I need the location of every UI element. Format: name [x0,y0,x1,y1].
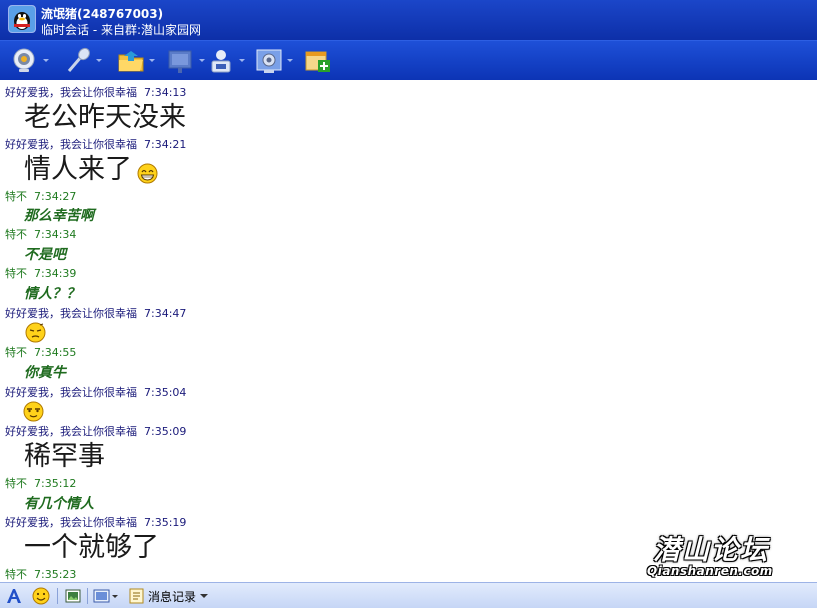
message-header: 好好爱我，我会让你很幸福 7:35:04 [5,386,186,399]
sender-name: 特不 [5,228,27,241]
sleepy-emoticon [25,322,46,343]
font-icon[interactable] [5,587,23,605]
send-picture-icon[interactable] [93,587,119,605]
screenshot-icon[interactable] [64,587,82,605]
sender-name: 好好爱我，我会让你很幸福 [5,516,137,529]
sender-name: 好好爱我，我会让你很幸福 [5,307,137,320]
message-header: 特不 7:34:34 [5,228,76,241]
message-text: 你真牛 [24,365,66,381]
message-header: 特不 7:34:55 [5,346,76,359]
chat-history[interactable]: 好好爱我，我会让你很幸福 7:34:13 老公昨天没来 好好爱我，我会让你很幸福… [0,80,817,582]
message-text: 有几个情人 [24,496,94,512]
message-history-icon[interactable] [128,587,146,605]
remote-assist-icon[interactable] [206,47,245,75]
sender-name: 好好爱我，我会让你很幸福 [5,425,137,438]
message-text: 那么幸苦啊 [24,208,94,224]
toolbar [0,40,817,80]
message-header: 好好爱我，我会让你很幸福 7:34:13 [5,86,186,99]
sender-name: 特不 [5,190,27,203]
message-time: 7:35:09 [144,425,187,438]
sender-name: 好好爱我，我会让你很幸福 [5,386,137,399]
input-toolbar: 消息记录 [0,582,817,608]
message-header: 好好爱我，我会让你很幸福 7:35:09 [5,425,186,438]
grin-emoticon [137,163,158,184]
message-time: 7:34:34 [34,228,77,241]
message-time: 7:35:12 [34,477,77,490]
message-text: 稀罕事 [24,441,105,472]
message-header: 特不 7:34:27 [5,190,76,203]
site-watermark: 潜山论坛 Qianshanren.com [645,528,807,582]
toolbar-divider [87,588,88,604]
message-text: 老公昨天没来 [24,102,186,133]
message-header: 特不 7:35:12 [5,477,76,490]
add-feature-icon[interactable] [303,47,333,75]
sender-name: 好好爱我，我会让你很幸福 [5,86,137,99]
sender-name: 特不 [5,346,27,359]
chevron-down-icon[interactable] [200,594,208,598]
message-text: 情人？？ [24,286,80,302]
message-time: 7:34:55 [34,346,77,359]
sender-name: 特不 [5,568,27,581]
sender-name: 特不 [5,267,27,280]
message-time: 7:35:19 [144,516,187,529]
message-time: 7:34:39 [34,267,77,280]
app-sharing-icon[interactable] [254,47,293,75]
title-bar: 流氓猪(248767003) 临时会话 - 来自群:潜山家园网 [0,0,817,40]
emoticon-icon[interactable] [32,587,50,605]
watermark-domain: Qianshanren.com [647,564,773,578]
folder-icon[interactable] [116,47,155,75]
message-header: 好好爱我，我会让你很幸福 7:35:19 [5,516,186,529]
message-time: 7:34:47 [144,307,187,320]
message-time: 7:34:21 [144,138,187,151]
session-subtitle: 临时会话 - 来自群:潜山家园网 [41,23,202,37]
message-time: 7:34:13 [144,86,187,99]
message-time: 7:35:04 [144,386,187,399]
smug-emoticon [23,401,44,422]
whiteboard-icon[interactable] [166,47,205,75]
message-header: 好好爱我，我会让你很幸福 7:34:47 [5,307,186,320]
watermark-chinese: 潜山论坛 [653,535,769,566]
toolbar-divider [57,588,58,604]
qq-penguin-icon[interactable] [8,5,36,33]
message-text: 一个就够了 [24,532,159,563]
sender-name: 好好爱我，我会让你很幸福 [5,138,137,151]
message-text: 情人来了 [24,154,132,185]
message-header: 好好爱我，我会让你很幸福 7:34:21 [5,138,186,151]
window-title: 流氓猪(248767003) [41,7,164,21]
message-header: 特不 7:34:39 [5,267,76,280]
sender-name: 特不 [5,477,27,490]
microphone-icon[interactable] [63,47,102,75]
message-text: 不是吧 [24,247,66,263]
message-time: 7:35:23 [34,568,77,581]
video-icon[interactable] [10,47,49,75]
message-time: 7:34:27 [34,190,77,203]
message-header: 特不 7:35:23 [5,568,76,581]
message-history-button[interactable]: 消息记录 [148,588,196,605]
